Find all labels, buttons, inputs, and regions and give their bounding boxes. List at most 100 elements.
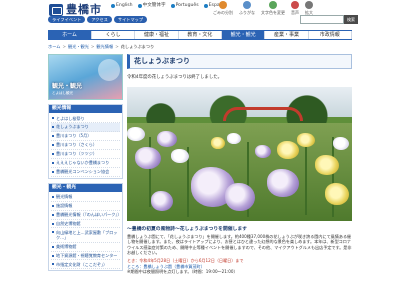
site-header: 豊橋市 English 中文簡体字 Português Español ごみの分… bbox=[0, 0, 400, 26]
sidebar-item[interactable]: 市指定文化財（ここだぞ」） bbox=[51, 260, 120, 270]
language-links: English 中文簡体字 Português Español bbox=[111, 3, 227, 9]
event-heading: ～豊橋の初夏の風物詩～花しょうぶまつりを開催します bbox=[127, 226, 247, 232]
iris-flower bbox=[151, 190, 173, 211]
iris-garden-photo bbox=[127, 86, 352, 221]
leaf bbox=[332, 136, 334, 217]
iris-flower bbox=[277, 140, 299, 159]
breadcrumb-current: 花しょうぶまつり bbox=[120, 44, 155, 50]
util-label: ふりがな bbox=[239, 10, 255, 15]
global-nav: ホーム くらし 健康・福祉 教育・文化 観光・観光 産業・事業 市政情報 bbox=[48, 30, 352, 40]
iris-flower bbox=[297, 132, 315, 147]
breadcrumb-separator: > bbox=[115, 44, 119, 50]
gnav-home[interactable]: ホーム bbox=[48, 31, 92, 39]
sidebar-item[interactable]: 自然史博物館 bbox=[51, 220, 120, 229]
util-text-color[interactable]: 文字色を変更 bbox=[261, 1, 285, 15]
lang-label: 中文簡体字 bbox=[142, 3, 166, 8]
globe-icon bbox=[203, 3, 208, 8]
globe-icon bbox=[170, 3, 175, 8]
breadcrumb-separator: > bbox=[90, 44, 95, 50]
iris-flower bbox=[227, 132, 241, 144]
utility-bar: ごみの分別 ふりがな 文字色を変更 音声 拡大 bbox=[213, 1, 313, 15]
banner-decoration bbox=[98, 59, 120, 81]
lang-portuguese[interactable]: Português bbox=[170, 3, 199, 9]
breadcrumb: ホーム > 観光・観光 > 観光情報 > 花しょうぶまつり bbox=[48, 44, 352, 50]
breadcrumb-home[interactable]: ホーム bbox=[48, 44, 60, 49]
site-search: 検索 bbox=[300, 15, 358, 24]
sidebar-list: とよはし桜祭り 花しょうぶまつり 豊川まつり（5月） 豊川まつり（さくら） 豊川… bbox=[49, 113, 122, 177]
sidebar-item[interactable]: 美術博物館 bbox=[51, 243, 120, 252]
event-description: 豊橋しょうぶ園にて、「花しょうぶまつり」を開催します。約400種37,000株の… bbox=[127, 234, 352, 255]
sub-link-access[interactable]: アクセス bbox=[87, 16, 112, 24]
city-emblem-icon bbox=[49, 4, 63, 17]
globe-icon bbox=[137, 3, 142, 8]
lang-label: Português bbox=[175, 3, 199, 8]
sidebar-list: 観光情報 施設情報 豊橋観光情報（『のんほいパーク』） 自然史博物館 向山緑地と… bbox=[49, 192, 122, 271]
gnav-city-info[interactable]: 市政情報 bbox=[309, 31, 352, 39]
sidebar-section-info: 観光情報 とよはし桜祭り 花しょうぶまつり 豊川まつり（5月） 豊川まつり（さく… bbox=[48, 104, 123, 179]
leaf bbox=[305, 144, 307, 215]
red-bridge bbox=[223, 106, 303, 121]
gnav-living[interactable]: くらし bbox=[92, 31, 136, 39]
sidebar-item[interactable]: とよはし桜祭り bbox=[51, 114, 120, 124]
iris-flower bbox=[225, 182, 255, 211]
sidebar-item[interactable]: 観光情報 bbox=[51, 193, 120, 202]
gnav-industry[interactable]: 産業・事業 bbox=[265, 31, 309, 39]
iris-flower bbox=[135, 146, 161, 169]
iris-flower bbox=[333, 136, 349, 150]
sidebar-item[interactable]: 豊橋観光情報（『のんほいパーク』） bbox=[51, 211, 122, 220]
iris-flower bbox=[325, 182, 349, 205]
iris-flower bbox=[171, 148, 189, 163]
sidebar-section-title: 観光情報 bbox=[49, 105, 122, 114]
iris-flower bbox=[127, 126, 145, 141]
banner-label: 観光・観光 bbox=[52, 83, 83, 91]
page-title: 花しょうぶまつり bbox=[127, 54, 352, 70]
main-content: 花しょうぶまつり 令和4年度の花しょうぶまつりは終了しました。 ～豊橋の初夏の風… bbox=[127, 54, 352, 274]
sidebar: 観光・観光 とよはし観光 観光情報 とよはし桜祭り 花しょうぶまつり 豊川まつり… bbox=[48, 54, 123, 272]
sidebar-item[interactable]: 豊川まつり（さくら） bbox=[51, 141, 120, 150]
zoom-icon bbox=[305, 1, 313, 9]
trash-icon bbox=[219, 1, 227, 9]
lang-chinese[interactable]: 中文簡体字 bbox=[137, 3, 166, 9]
iris-flower bbox=[255, 144, 271, 158]
sidebar-item[interactable]: えええじゃないか豊橋まつり bbox=[51, 159, 120, 168]
search-button[interactable]: 検索 bbox=[344, 15, 358, 24]
lang-english[interactable]: English bbox=[111, 3, 133, 9]
util-furigana[interactable]: ふりがな bbox=[239, 1, 255, 15]
sub-links: ライフイベント アクセス サイトマップ bbox=[48, 16, 148, 24]
event-note: ※期間中は夜間照明を点灯します。（時間：19:00～21:00） bbox=[127, 268, 238, 274]
sidebar-item[interactable]: 豊川まつり（5月） bbox=[51, 132, 120, 141]
gnav-health[interactable]: 健康・福祉 bbox=[135, 31, 179, 39]
globe-icon bbox=[111, 3, 115, 8]
sidebar-item[interactable]: 施設情報 bbox=[51, 202, 120, 211]
breadcrumb-tourism[interactable]: 観光・観光 bbox=[68, 44, 89, 49]
gnav-education[interactable]: 教育・文化 bbox=[179, 31, 222, 39]
breadcrumb-separator: > bbox=[62, 44, 66, 50]
iris-flower bbox=[211, 136, 225, 149]
sub-link-sitemap[interactable]: サイトマップ bbox=[113, 16, 148, 24]
util-label: ごみの分別 bbox=[213, 10, 233, 15]
sidebar-section-title: 観光・観光 bbox=[49, 183, 122, 192]
search-input[interactable] bbox=[300, 15, 344, 24]
sidebar-item[interactable]: 地下資源館・視聴覚教育センター bbox=[51, 252, 120, 261]
iris-flower bbox=[267, 168, 299, 197]
util-zoom[interactable]: 拡大 bbox=[305, 1, 313, 15]
util-garbage[interactable]: ごみの分別 bbox=[213, 1, 233, 15]
sidebar-item-selected[interactable]: 花しょうぶまつり bbox=[51, 123, 120, 133]
sidebar-section-tourism: 観光・観光 観光情報 施設情報 豊橋観光情報（『のんほいパーク』） 自然史博物館… bbox=[48, 182, 123, 272]
sidebar-item[interactable]: 豊川まつり（ツツジ） bbox=[51, 150, 120, 159]
util-speech[interactable]: 音声 bbox=[291, 1, 299, 15]
banner-sub: とよはし観光 bbox=[52, 91, 73, 96]
notice-text: 令和4年度の花しょうぶまつりは終了しました。 bbox=[127, 75, 222, 81]
sidebar-item[interactable]: 豊橋観光コンベンション協会 bbox=[51, 168, 120, 177]
text-color-icon bbox=[269, 1, 277, 9]
furigana-icon bbox=[243, 1, 251, 9]
iris-flower bbox=[315, 154, 339, 175]
gnav-tourism[interactable]: 観光・観光 bbox=[221, 31, 266, 39]
breadcrumb-info[interactable]: 観光情報 bbox=[96, 44, 113, 49]
sidebar-item[interactable]: 向山緑地と上…武家屋敷「ブロック…」 bbox=[51, 228, 120, 243]
speaker-icon bbox=[291, 1, 299, 9]
util-label: 文字色を変更 bbox=[261, 10, 285, 15]
lang-label: English bbox=[116, 3, 133, 8]
sub-link-life-event[interactable]: ライフイベント bbox=[48, 16, 86, 24]
tourism-banner[interactable]: 観光・観光 とよはし観光 bbox=[48, 54, 123, 100]
